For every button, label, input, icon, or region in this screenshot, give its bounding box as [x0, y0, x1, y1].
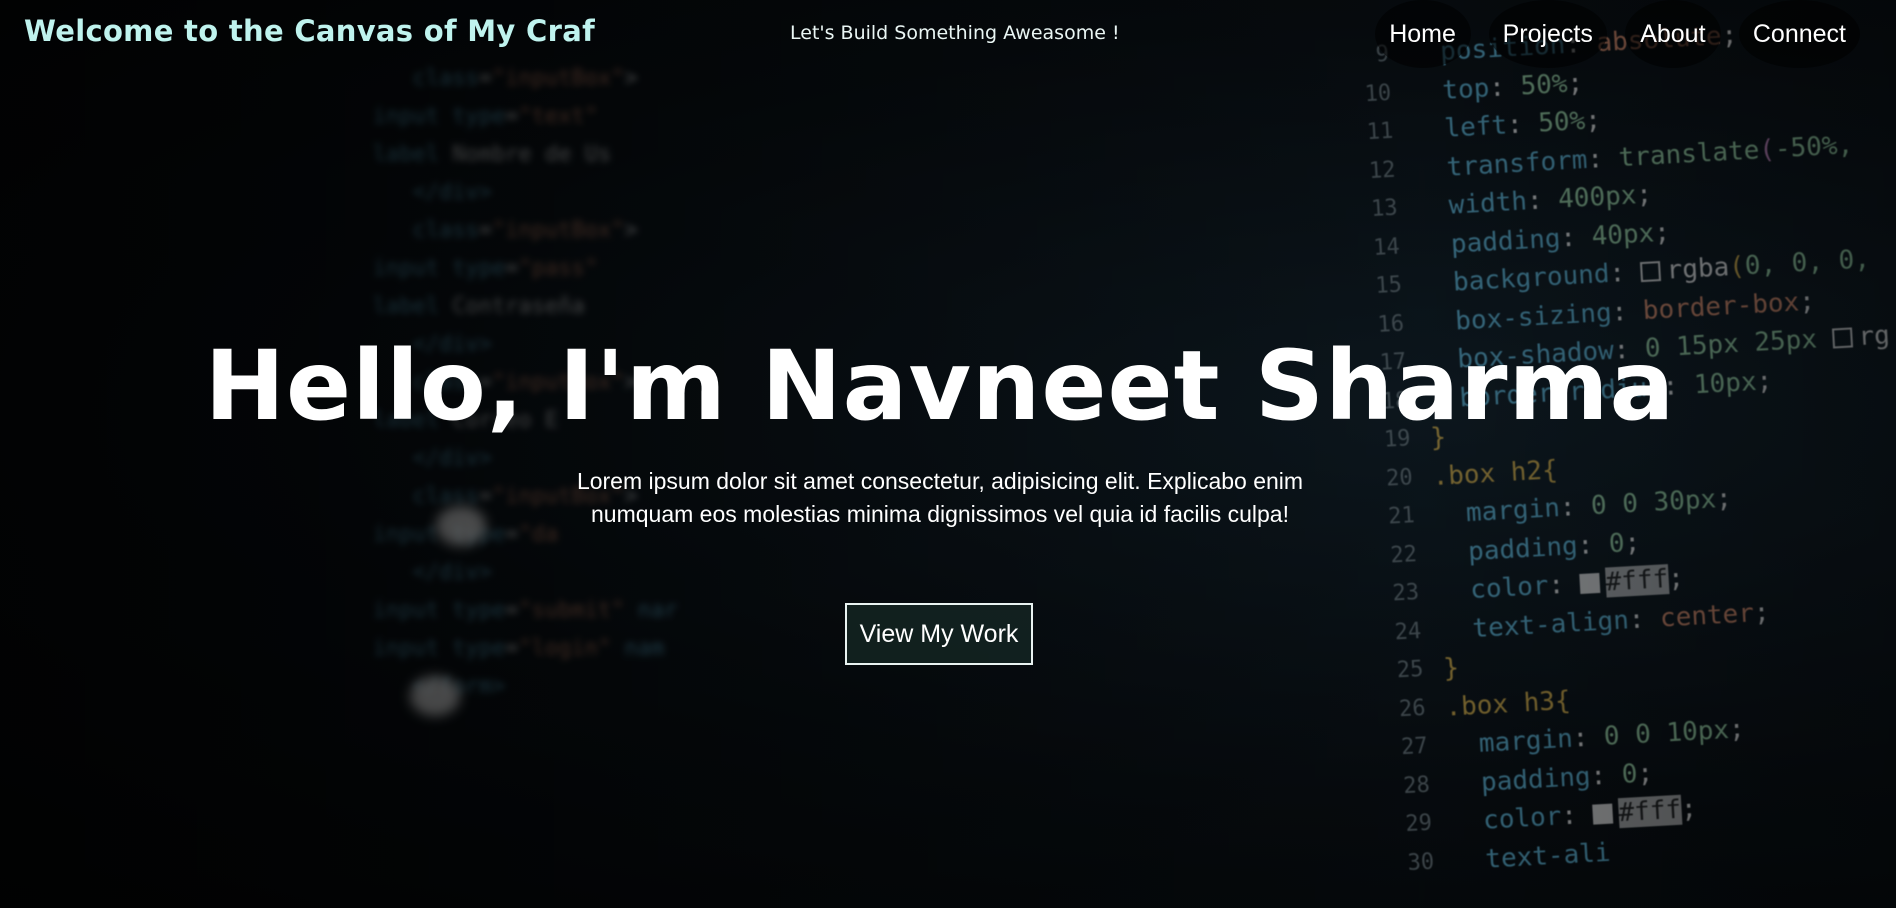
nav-link-projects[interactable]: Projects — [1488, 0, 1607, 68]
nav-link-about[interactable]: About — [1624, 0, 1721, 68]
nav-link-home[interactable]: Home — [1374, 0, 1471, 68]
header-tagline: Let's Build Something Aweasome ! — [790, 22, 1120, 44]
site-header: Welcome to the Canvas of My Craf Let's B… — [0, 0, 1896, 68]
site-logo-text[interactable]: Welcome to the Canvas of My Craf — [24, 14, 595, 48]
nav-link-connect[interactable]: Connect — [1738, 0, 1860, 68]
hero-title: Hello, I'm Navneet Sharma — [204, 330, 1676, 442]
view-my-work-button[interactable]: View My Work — [845, 603, 1033, 665]
hero-description: Lorem ipsum dolor sit amet consectetur, … — [576, 468, 1304, 527]
hero-section: Hello, I'm Navneet Sharma Lorem ipsum do… — [0, 0, 1896, 908]
main-nav: Home Projects About Connect — [1374, 0, 1860, 68]
